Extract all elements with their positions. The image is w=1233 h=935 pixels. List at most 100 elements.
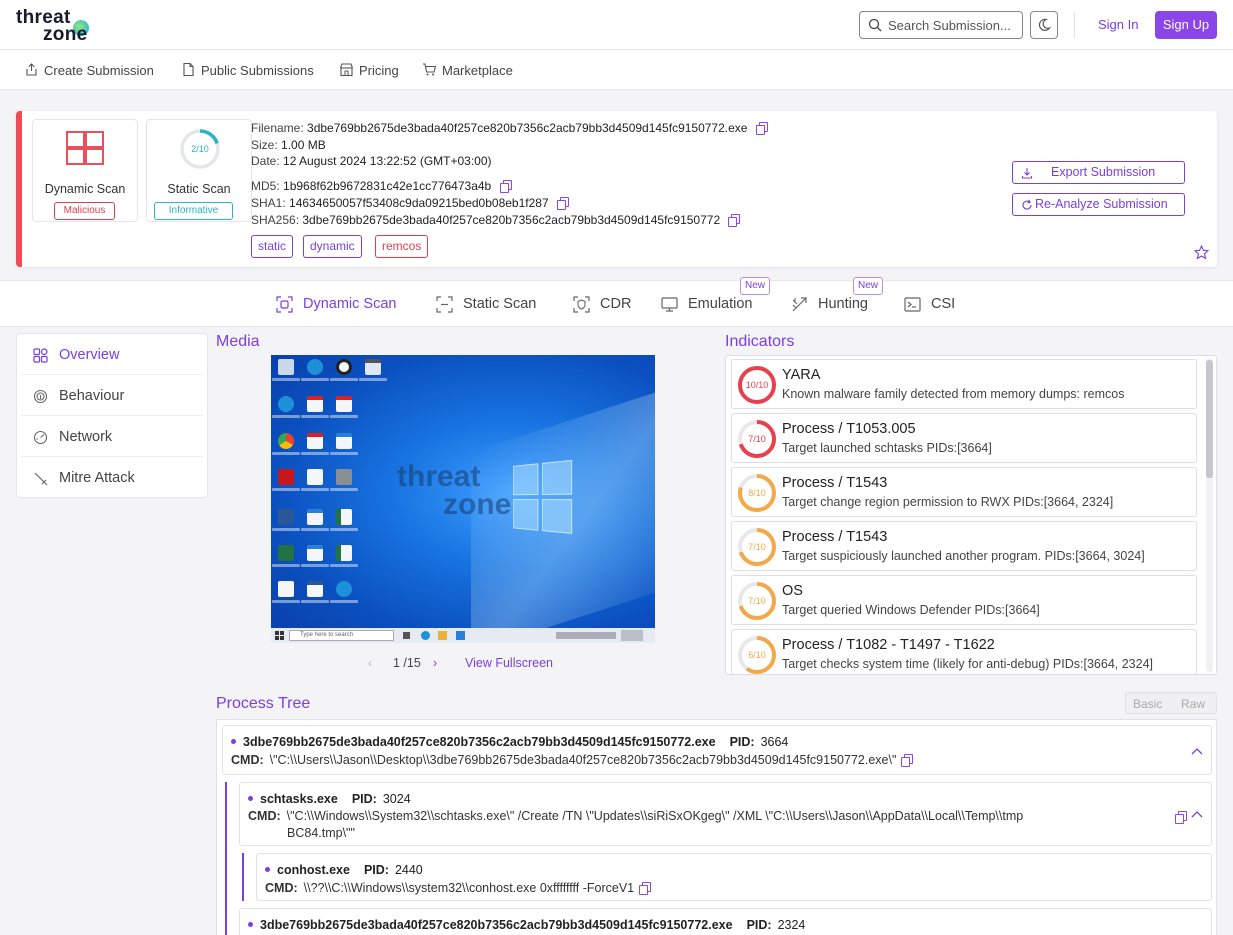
menu-overview[interactable]: Overview (21, 335, 203, 375)
indicator-description: Known malware family detected from memor… (782, 387, 1125, 401)
desktop-icon-label (301, 564, 329, 567)
tab-cdr-label: CDR (600, 296, 632, 312)
tag-static[interactable]: static (251, 235, 294, 258)
sha256-key: SHA256: (251, 213, 300, 227)
static-score-text: 2/10 (191, 144, 209, 154)
desktop-icon-label (272, 378, 300, 381)
process-node[interactable]: 3dbe769bb2675de3bada40f257ce820b7356c2ac… (222, 725, 1212, 775)
static-scan-verdict[interactable]: 2/10 Static Scan Informative (146, 119, 252, 222)
menu-behaviour[interactable]: Behaviour (21, 376, 203, 416)
scrollbar-thumb[interactable] (1206, 360, 1213, 478)
edge-icon (278, 396, 294, 412)
size-key: Size: (251, 138, 278, 152)
cmd-key: CMD: (231, 753, 264, 767)
scan-frame-icon (436, 296, 453, 313)
terminal-icon (904, 297, 921, 312)
nav-public-label: Public Submissions (201, 63, 314, 78)
tree-guide-line (242, 853, 244, 901)
star-icon[interactable] (1194, 245, 1209, 260)
app-window-icon (365, 359, 381, 375)
chevron-up-icon[interactable] (1191, 810, 1203, 818)
indicator-item[interactable]: 8/10 Process / T1543 Target change region … (731, 467, 1197, 517)
process-node[interactable]: schtasks.exe PID: 3024 CMD: \"C:\\Windows\\… (239, 782, 1212, 846)
search-submission-input[interactable]: Search Submission... (859, 11, 1023, 39)
indicator-item[interactable]: 6/10 Process / T1082 - T1497 - T1622 Targe… (731, 629, 1197, 674)
indicators-list[interactable]: 10/10 YARA Known malware family detected f… (725, 355, 1217, 675)
sign-up-button[interactable]: Sign Up (1155, 11, 1217, 39)
view-mode-toggle[interactable]: Basic Raw (1125, 692, 1217, 714)
process-tree-panel: 3dbe769bb2675de3bada40f257ce820b7356c2ac… (216, 719, 1217, 935)
indicator-item[interactable]: 10/10 YARA Known malware family detected f… (731, 359, 1197, 409)
sign-in-link[interactable]: Sign In (1098, 17, 1138, 32)
desktop-icon-label (272, 488, 300, 491)
indicator-item[interactable]: 7/10 Process / T1053.005 Target launched s… (731, 413, 1197, 463)
process-name: conhost.exe (277, 863, 350, 877)
dynamic-side-menu: Overview Behaviour Network Mitre Attack (16, 333, 208, 498)
cmd-value: \"C:\\Windows\\System32\\schtasks.exe\" … (286, 809, 1024, 823)
media-page-indicator: 1 /15 (393, 656, 421, 670)
desktop-icon-label (330, 452, 358, 455)
desktop-icon-label (301, 415, 329, 418)
copy-cmd-icon[interactable] (639, 882, 652, 895)
chevron-right-icon[interactable]: › (433, 656, 437, 670)
tag-dynamic[interactable]: dynamic (303, 235, 362, 258)
copy-md5-icon[interactable] (499, 180, 512, 193)
raw-view-option[interactable]: Raw (1181, 697, 1205, 711)
bullet-icon (231, 739, 236, 744)
threatzone-logo[interactable]: threat zone (16, 7, 106, 45)
md5-key: MD5: (251, 179, 280, 193)
cmd-value: \"C:\\Users\\Jason\\Desktop\\3dbe769bb26… (269, 753, 897, 767)
task-view-icon (403, 632, 410, 639)
severity-score-ring: 7/10 (738, 528, 776, 566)
tab-emulation-label: Emulation (688, 296, 753, 312)
date-row: Date: 12 August 2024 13:22:52 (GMT+03:00… (251, 154, 492, 168)
tag-remcos[interactable]: remcos (375, 235, 429, 258)
process-node[interactable]: conhost.exe PID: 2440 CMD: \\??\\C:\\Window… (256, 853, 1212, 901)
indicators-title: Indicators (725, 333, 795, 350)
indicator-item[interactable]: 7/10 Process / T1543 Target suspiciously l… (731, 521, 1197, 571)
chevron-up-icon[interactable] (1191, 747, 1203, 755)
filename-value: 3dbe769bb2675de3bada40f257ce820b7356c2ac… (307, 121, 748, 135)
menu-network[interactable]: Network (21, 417, 203, 457)
view-fullscreen-link[interactable]: View Fullscreen (465, 656, 553, 670)
shield-scan-icon (573, 296, 590, 313)
indicator-description: Target queried Windows Defender PIDs:[36… (782, 603, 1040, 617)
basic-view-option[interactable]: Basic (1133, 697, 1162, 711)
pdf-file-icon (336, 396, 352, 412)
media-screenshot[interactable]: threat zone Type here to search (271, 355, 655, 643)
filename-row: Filename: 3dbe769bb2675de3bada40f257ce82… (251, 121, 768, 135)
fingerprint-icon (33, 389, 48, 404)
pid-key: PID: (729, 735, 755, 749)
process-node[interactable]: 3dbe769bb2675de3bada40f257ce820b7356c2ac… (239, 908, 1212, 935)
process-tree-title: Process Tree (216, 695, 311, 712)
gauge-icon (33, 430, 48, 445)
size-value: 1.00 MB (281, 138, 326, 152)
sha1-value: 14634650057f53408c9da09215bed0b08eb1f287 (289, 196, 549, 210)
menu-mitre-label: Mitre Attack (59, 470, 135, 486)
menu-mitre-attack[interactable]: Mitre Attack (21, 458, 203, 498)
copy-cmd-icon[interactable] (901, 754, 914, 767)
nav-marketplace-label: Marketplace (442, 63, 513, 78)
desktop-icon-label (330, 415, 358, 418)
reanalyze-submission-button[interactable]: Re-Analyze Submission (1012, 193, 1185, 216)
copy-filename-icon[interactable] (755, 122, 768, 135)
severity-score-ring: 7/10 (738, 420, 776, 458)
bullet-icon (248, 922, 253, 927)
dynamic-scan-label: Dynamic Scan (44, 182, 126, 196)
severity-bar (16, 111, 22, 267)
chevron-left-icon[interactable]: ‹ (368, 656, 372, 670)
copy-sha1-icon[interactable] (556, 197, 569, 210)
copy-sha256-icon[interactable] (728, 214, 741, 227)
indicator-description: Target launched schtasks PIDs:[3664] (782, 441, 992, 455)
pid-value: 3024 (382, 792, 411, 806)
indicator-item[interactable]: 7/10 OS Target queried Windows Defender PI… (731, 575, 1197, 625)
refresh-icon (1022, 199, 1032, 210)
indicator-title: Process / T1543 (782, 529, 888, 545)
export-submission-button[interactable]: Export Submission (1012, 161, 1185, 184)
copy-cmd-icon[interactable] (1175, 811, 1187, 824)
indicators-scrollbar[interactable] (1206, 358, 1213, 672)
dynamic-scan-verdict[interactable]: Dynamic Scan Malicious (32, 119, 138, 222)
header-divider (1074, 12, 1075, 38)
submission-summary-card: Dynamic Scan Malicious 2/10 Static Scan … (16, 111, 1217, 267)
theme-toggle-button[interactable] (1030, 11, 1058, 39)
